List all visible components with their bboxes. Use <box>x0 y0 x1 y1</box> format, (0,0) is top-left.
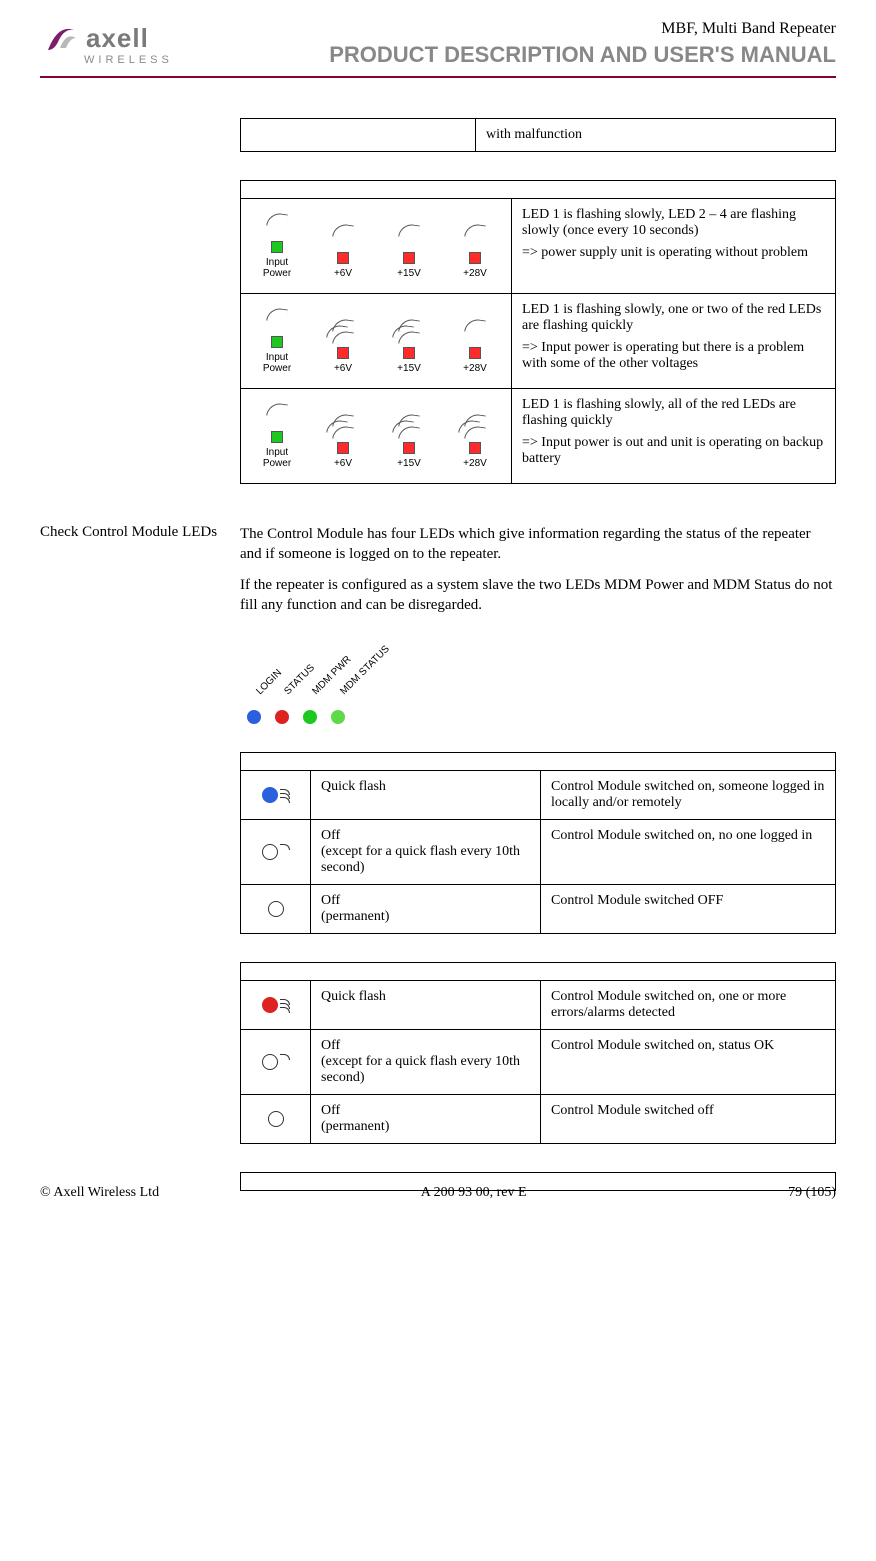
product-name: MBF, Multi Band Repeater <box>173 20 836 38</box>
control-module-leds-icon: LOGIN STATUS MDM PWR MDM STATUS <box>240 639 440 729</box>
table-row: Off (permanent) Control Module switched … <box>241 1095 836 1144</box>
page-footer: © Axell Wireless Ltd A 200 93 00, rev E … <box>40 1185 836 1201</box>
psu-row-some-fault: Input Power +6V +15V +28V LED 1 is flash… <box>241 294 836 389</box>
led-diagram-icon: Input Power +6V +15V +28V <box>251 397 501 475</box>
fragment-cell: with malfunction <box>476 119 836 152</box>
led-off-blip-icon <box>262 844 278 860</box>
fragment-table: with malfunction <box>240 118 836 152</box>
led-quickflash-icon <box>262 787 278 803</box>
brand-logo: axell WIRELESS <box>40 20 173 66</box>
led-quickflash-icon <box>262 997 278 1013</box>
section-para-1: The Control Module has four LEDs which g… <box>240 524 836 565</box>
page-header: axell WIRELESS MBF, Multi Band Repeater … <box>40 20 836 68</box>
brand-name-bottom: WIRELESS <box>84 54 173 66</box>
footer-docref: A 200 93 00, rev E <box>421 1185 527 1201</box>
psu-led-table: Input Power +6V +15V +28V LED 1 is flash… <box>240 180 836 484</box>
status-led-table: Quick flash Control Module switched on, … <box>240 962 836 1144</box>
table-row: Off (except for a quick flash every 10th… <box>241 820 836 885</box>
psu-row-backup: Input Power +6V +15V +28V LED 1 is flash… <box>241 389 836 484</box>
section-heading: Check Control Module LEDs <box>40 524 230 541</box>
table-row: Off (except for a quick flash every 10th… <box>241 1030 836 1095</box>
table-row: Off (permanent) Control Module switched … <box>241 885 836 934</box>
led-diagram-icon: Input Power +6V +15V +28V <box>251 302 501 380</box>
psu-row-ok: Input Power +6V +15V +28V LED 1 is flash… <box>241 199 836 294</box>
led-diagram-icon: Input Power +6V +15V +28V <box>251 207 501 285</box>
logo-swirl-icon <box>40 20 80 56</box>
manual-title: PRODUCT DESCRIPTION AND USER'S MANUAL <box>173 42 836 68</box>
footer-copyright: © Axell Wireless Ltd <box>40 1185 159 1201</box>
table-row: Quick flash Control Module switched on, … <box>241 771 836 820</box>
table-row: Quick flash Control Module switched on, … <box>241 981 836 1030</box>
header-rule <box>40 76 836 78</box>
svg-text:LOGIN: LOGIN <box>254 667 284 697</box>
led-off-blip-icon <box>262 1054 278 1070</box>
led-off-icon <box>268 901 284 917</box>
led-off-icon <box>268 1111 284 1127</box>
login-led-table: Quick flash Control Module switched on, … <box>240 752 836 934</box>
svg-text:MDM STATUS: MDM STATUS <box>338 643 392 697</box>
brand-name-top: axell <box>86 23 149 54</box>
footer-pagenum: 79 (105) <box>788 1185 836 1201</box>
section-para-2: If the repeater is configured as a syste… <box>240 575 836 616</box>
